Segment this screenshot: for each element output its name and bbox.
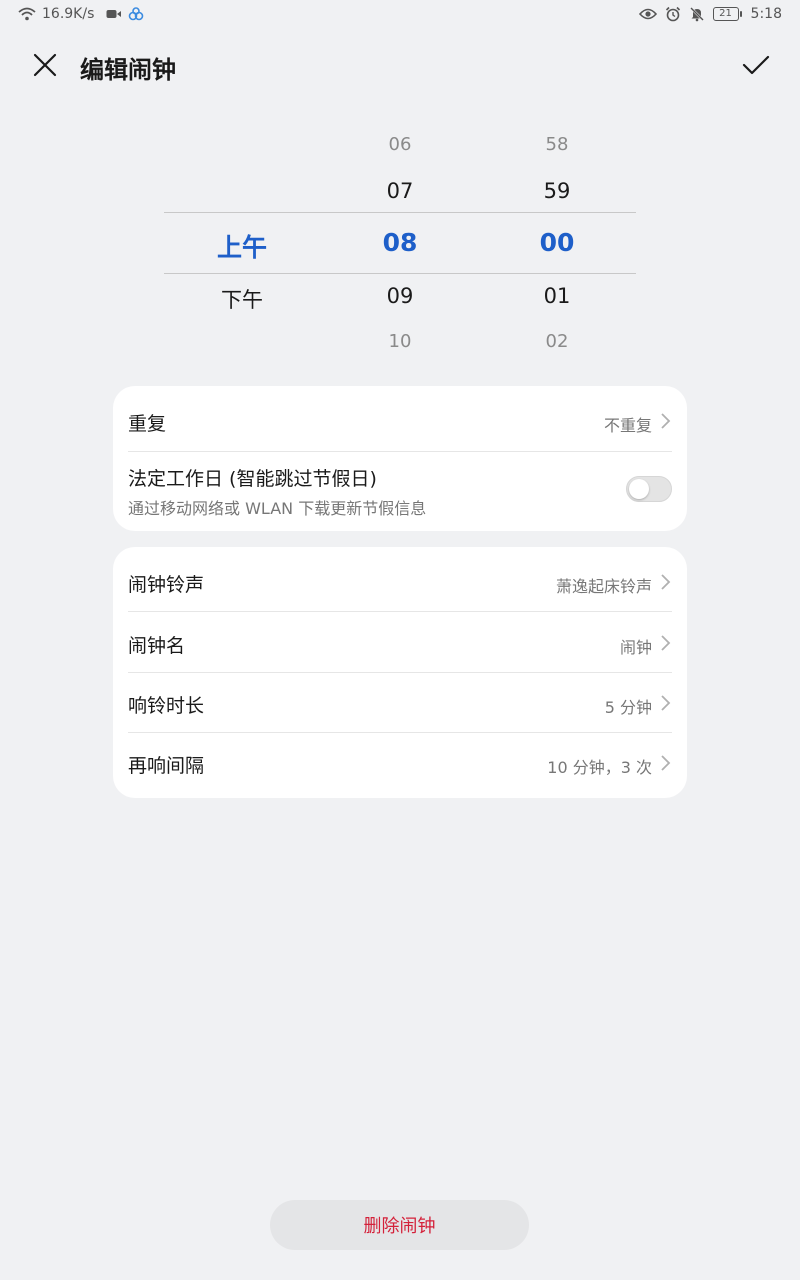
hour-option[interactable]: 06 [340,134,460,155]
snooze-interval-row[interactable]: 再响间隔 10 分钟，3 次 [128,733,672,798]
link-icon [128,7,144,21]
ring-duration-row[interactable]: 响铃时长 5 分钟 [128,673,672,733]
bell-off-icon [689,6,705,22]
alarm-icon [665,6,681,22]
hour-option[interactable]: 07 [340,179,460,203]
hour-column[interactable]: 06 07 08 09 10 [340,120,460,370]
chevron-right-icon [661,413,671,429]
minute-option[interactable]: 02 [497,331,617,352]
row-value: 闹钟 [619,638,652,657]
confirm-button[interactable] [740,50,772,80]
page-title: 编辑闹钟 [80,56,176,84]
wifi-icon [18,7,36,21]
workday-label: 法定工作日 (智能跳过节假日) [128,468,377,490]
repeat-label: 重复 [128,413,167,435]
hour-selected[interactable]: 08 [340,228,460,257]
toggle-knob [629,479,649,499]
minute-option[interactable]: 01 [497,284,617,308]
row-value: 10 分钟，3 次 [547,758,652,777]
hour-option[interactable]: 10 [340,331,460,352]
chevron-right-icon [661,755,671,771]
status-bar-right: 21 5:18 [638,6,782,22]
clock-time: 5:18 [750,6,782,22]
battery-icon: 21 [712,7,742,21]
video-icon [106,8,122,20]
workday-subtitle: 通过移动网络或 WLAN 下载更新节假信息 [128,499,427,518]
row-label: 再响间隔 [128,755,205,777]
status-bar-left: 16.9K/s [18,6,144,22]
repeat-value: 不重复 [603,416,652,435]
alarm-settings-card: 闹钟铃声 萧逸起床铃声 闹钟名 闹钟 响铃时长 5 分钟 再响间隔 10 分钟，… [113,547,687,798]
edit-alarm-screen: 16.9K/s 21 5:18 编辑闹钟 上午 下午 06 07 08 09 1… [0,0,800,1280]
minute-selected[interactable]: 00 [497,228,617,257]
check-icon [742,55,770,75]
header: 编辑闹钟 [0,38,800,94]
chevron-right-icon [661,574,671,590]
row-label: 闹钟铃声 [128,574,205,596]
minute-column[interactable]: 58 59 00 01 02 [497,120,617,370]
delete-alarm-button[interactable]: 删除闹钟 [270,1200,529,1250]
hour-option[interactable]: 09 [340,284,460,308]
ringtone-row[interactable]: 闹钟铃声 萧逸起床铃声 [128,547,672,611]
row-label: 响铃时长 [128,695,205,717]
period-column[interactable]: 上午 下午 [182,120,302,370]
chevron-right-icon [661,635,671,651]
network-speed: 16.9K/s [42,6,95,22]
minute-option[interactable]: 58 [497,134,617,155]
row-label: 闹钟名 [128,635,186,657]
workday-row[interactable]: 法定工作日 (智能跳过节假日) 通过移动网络或 WLAN 下载更新节假信息 [128,452,672,531]
alarm-name-row[interactable]: 闹钟名 闹钟 [128,612,672,672]
time-picker: 上午 下午 06 07 08 09 10 58 59 00 01 02 [0,120,800,370]
workday-toggle[interactable] [626,476,672,502]
period-selected[interactable]: 上午 [182,228,302,264]
row-value: 萧逸起床铃声 [555,577,652,596]
minute-option[interactable]: 59 [497,179,617,203]
repeat-card: 重复 不重复 法定工作日 (智能跳过节假日) 通过移动网络或 WLAN 下载更新… [113,386,687,531]
chevron-right-icon [661,695,671,711]
row-value: 5 分钟 [604,698,652,717]
close-icon [33,53,57,77]
repeat-row[interactable]: 重复 不重复 [128,386,672,451]
close-button[interactable] [30,50,60,80]
status-bar: 16.9K/s 21 5:18 [0,0,800,32]
eye-icon [638,8,657,20]
period-option[interactable]: 下午 [182,284,302,314]
